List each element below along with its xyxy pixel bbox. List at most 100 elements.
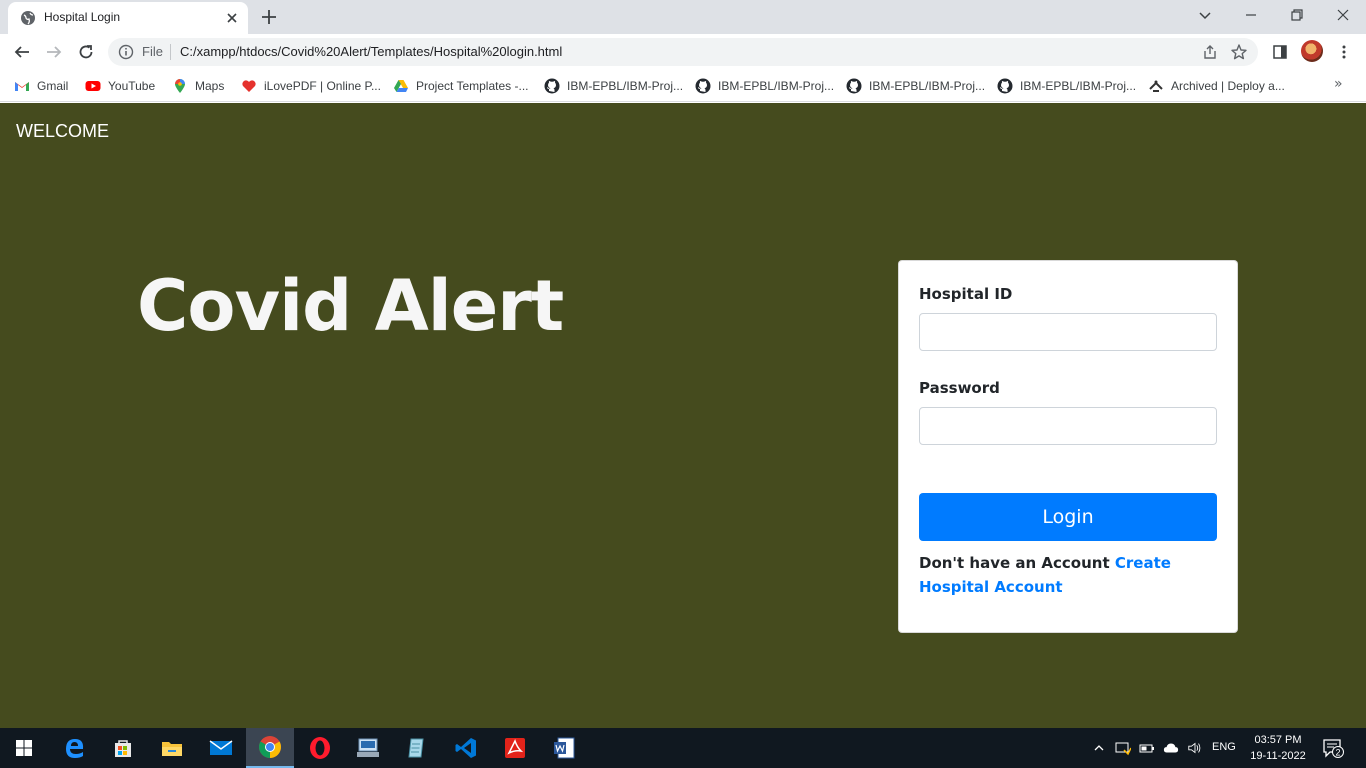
clock-time: 03:57 PM	[1254, 734, 1302, 746]
scheme-label: File	[142, 44, 163, 59]
bookmark-label: Gmail	[37, 79, 69, 93]
bookmark-project-templates[interactable]: Project Templates -...	[393, 76, 529, 96]
taskbar-notepad[interactable]	[393, 728, 441, 768]
bookmark-label: YouTube	[108, 79, 156, 93]
vscode-icon	[455, 738, 476, 758]
bookmark-label: IBM-EPBL/IBM-Proj...	[1020, 79, 1137, 93]
bookmarks-bar: Gmail YouTube Maps iLovePDF | Online P..…	[0, 70, 1366, 102]
forward-button[interactable]	[42, 40, 66, 64]
edge-icon	[66, 739, 84, 758]
taskbar-file-explorer[interactable]	[148, 728, 196, 768]
taskbar-network-app[interactable]	[344, 728, 392, 768]
share-icon[interactable]	[1202, 44, 1218, 60]
signup-prompt: Don't have an Account Create Hospital Ac…	[919, 551, 1219, 599]
bookmark-label: iLovePDF | Online P...	[264, 79, 381, 93]
password-input[interactable]	[919, 407, 1217, 445]
bookmark-github-3[interactable]: IBM-EPBL/IBM-Proj...	[846, 76, 985, 96]
deploy-icon	[1149, 80, 1163, 92]
language-indicator[interactable]: ENG	[1212, 741, 1236, 753]
github-icon	[997, 78, 1013, 94]
chevron-down-icon	[1199, 12, 1211, 20]
windows-taskbar: ENG 03:57 PM 19-11-2022 2	[0, 728, 1366, 768]
github-icon	[695, 78, 711, 94]
tab-hospital-login[interactable]: Hospital Login	[8, 2, 248, 34]
file-explorer-icon	[162, 742, 182, 756]
minimize-button[interactable]	[1228, 0, 1274, 30]
taskbar-vscode[interactable]	[442, 728, 490, 768]
drive-icon	[394, 80, 408, 92]
bookmark-star-icon[interactable]	[1230, 43, 1248, 61]
volume-icon[interactable]	[1187, 740, 1203, 756]
hospital-id-label: Hospital ID	[919, 285, 1013, 303]
bookmark-maps[interactable]: Maps	[172, 76, 224, 96]
globe-icon	[21, 11, 35, 25]
bookmark-github-2[interactable]: IBM-EPBL/IBM-Proj...	[695, 76, 834, 96]
omnibox-divider	[170, 44, 171, 60]
hero-title: Covid Alert	[137, 265, 564, 347]
url-text[interactable]: C:/xampp/htdocs/Covid%20Alert/Templates/…	[180, 44, 562, 59]
new-tab-icon[interactable]	[259, 7, 279, 27]
start-button[interactable]	[0, 728, 48, 768]
more-bookmarks-chevron-icon[interactable]: »	[1334, 76, 1350, 92]
side-panel-button[interactable]	[1270, 42, 1290, 62]
taskbar-chrome[interactable]	[246, 728, 294, 768]
notification-center-button[interactable]: 2	[1322, 738, 1346, 758]
bookmark-archived-deploy[interactable]: Archived | Deploy a...	[1148, 76, 1285, 96]
taskbar-mail[interactable]	[197, 728, 245, 768]
close-tab-icon[interactable]	[224, 10, 240, 26]
bookmark-github-4[interactable]: IBM-EPBL/IBM-Proj...	[997, 76, 1136, 96]
security-tray-icon[interactable]	[1115, 740, 1131, 756]
info-icon[interactable]	[118, 44, 134, 60]
youtube-icon	[85, 81, 101, 91]
signup-text: Don't have an Account	[919, 554, 1110, 572]
bookmark-youtube[interactable]: YouTube	[85, 76, 155, 96]
maps-icon	[175, 79, 185, 93]
bookmark-github-1[interactable]: IBM-EPBL/IBM-Proj...	[544, 76, 683, 96]
chevron-up-icon[interactable]	[1091, 740, 1107, 756]
address-bar[interactable]: File C:/xampp/htdocs/Covid%20Alert/Templ…	[108, 38, 1258, 66]
browser-menu-button[interactable]	[1334, 42, 1354, 62]
github-icon	[544, 78, 560, 94]
browser-toolbar: File C:/xampp/htdocs/Covid%20Alert/Templ…	[0, 34, 1366, 70]
notification-icon: 2	[1323, 739, 1344, 758]
profile-avatar[interactable]	[1301, 40, 1323, 62]
taskbar-edge[interactable]	[51, 728, 99, 768]
taskbar-opera[interactable]	[296, 728, 344, 768]
notification-count: 2	[1335, 748, 1340, 758]
bookmark-ilovepdf[interactable]: iLovePDF | Online P...	[241, 76, 381, 96]
system-clock[interactable]: 03:57 PM 19-11-2022	[1245, 732, 1311, 764]
bookmark-label: Archived | Deploy a...	[1171, 79, 1285, 93]
hospital-id-input[interactable]	[919, 313, 1217, 351]
notepad-icon	[408, 738, 424, 758]
reload-button[interactable]	[74, 40, 98, 64]
browser-tab-strip: Hospital Login	[0, 0, 1366, 34]
restore-button[interactable]	[1274, 0, 1320, 30]
taskbar-store[interactable]	[99, 728, 147, 768]
bookmark-label: IBM-EPBL/IBM-Proj...	[869, 79, 986, 93]
opera-icon	[310, 737, 330, 759]
taskbar-word[interactable]	[540, 728, 588, 768]
network-cloud-icon[interactable]	[1163, 740, 1179, 756]
clock-date: 19-11-2022	[1250, 750, 1306, 762]
reload-icon	[79, 45, 93, 59]
welcome-heading: WELCOME	[16, 121, 110, 141]
taskbar-acrobat[interactable]	[491, 728, 539, 768]
arrow-left-icon	[14, 46, 29, 58]
store-icon	[115, 740, 131, 757]
battery-icon[interactable]	[1139, 740, 1155, 756]
tab-search-button[interactable]	[1182, 0, 1228, 30]
bookmark-gmail[interactable]: Gmail	[14, 76, 68, 96]
back-button[interactable]	[10, 40, 34, 64]
windows-start-icon	[16, 740, 32, 756]
kebab-menu-icon	[1342, 45, 1346, 59]
arrow-right-icon	[47, 46, 62, 58]
login-button[interactable]: Login	[919, 493, 1217, 541]
chrome-icon	[259, 736, 281, 758]
bookmark-label: IBM-EPBL/IBM-Proj...	[567, 79, 684, 93]
gmail-icon	[15, 82, 29, 91]
bookmark-label: Project Templates -...	[416, 79, 529, 93]
close-icon	[1337, 9, 1349, 21]
close-window-button[interactable]	[1320, 0, 1366, 30]
acrobat-icon	[505, 738, 525, 758]
ilovepdf-icon	[242, 80, 256, 92]
